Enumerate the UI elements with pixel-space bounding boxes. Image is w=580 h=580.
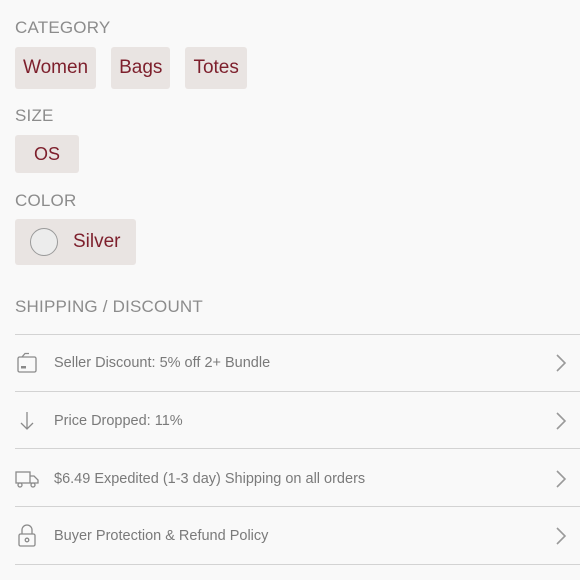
bundle-icon [15, 351, 39, 375]
buyer-protection-text: Buyer Protection & Refund Policy [54, 528, 269, 544]
chevron-right-icon [552, 410, 570, 432]
category-chip-totes[interactable]: Totes [185, 47, 247, 89]
price-dropped-row[interactable]: Price Dropped: 11% [15, 393, 580, 449]
size-chip-os[interactable]: OS [15, 135, 80, 173]
divider [15, 564, 580, 565]
shipping-discount-label: SHIPPING / DISCOUNT [15, 297, 203, 316]
shipping-text: $6.49 Expedited (1-3 day) Shipping on al… [54, 471, 366, 487]
chevron-right-icon [552, 352, 570, 374]
size-label: SIZE [15, 106, 54, 125]
chevron-right-icon [552, 468, 570, 490]
size-chip-row: OS [15, 135, 80, 173]
category-chip-bags[interactable]: Bags [111, 47, 171, 89]
divider [15, 391, 580, 392]
chevron-right-icon [552, 525, 570, 547]
shipping-row[interactable]: $6.49 Expedited (1-3 day) Shipping on al… [15, 451, 580, 507]
buyer-protection-row[interactable]: Buyer Protection & Refund Policy [15, 508, 580, 564]
category-chip-women[interactable]: Women [15, 47, 97, 89]
category-label: CATEGORY [15, 18, 111, 37]
divider [15, 506, 580, 507]
divider [15, 448, 580, 449]
lock-icon [15, 524, 39, 548]
category-chip-row: Women Bags Totes [15, 47, 247, 89]
seller-discount-row[interactable]: Seller Discount: 5% off 2+ Bundle [15, 335, 580, 391]
color-label: COLOR [15, 191, 77, 210]
seller-discount-text: Seller Discount: 5% off 2+ Bundle [54, 355, 271, 371]
color-chip-row: Silver [15, 219, 136, 265]
truck-icon [15, 467, 39, 491]
color-chip-silver[interactable]: Silver [15, 219, 136, 265]
color-swatch [30, 228, 58, 256]
price-dropped-text: Price Dropped: 11% [54, 413, 183, 429]
color-chip-label: Silver [73, 231, 121, 252]
arrow-down-icon [15, 409, 39, 433]
